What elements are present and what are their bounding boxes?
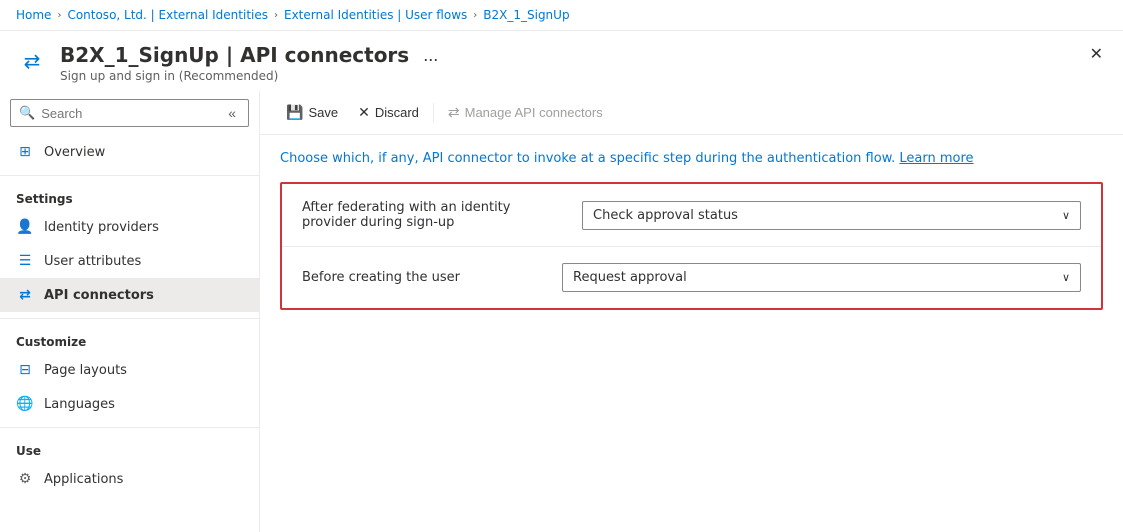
- search-input[interactable]: [41, 106, 218, 121]
- connector-select-1[interactable]: Check approval status ∨: [582, 201, 1081, 230]
- settings-section: Settings: [0, 182, 259, 210]
- languages-label: Languages: [44, 397, 115, 412]
- connector-select-2[interactable]: Request approval ∨: [562, 263, 1081, 292]
- user-attributes-label: User attributes: [44, 254, 141, 269]
- chevron-down-icon-1: ∨: [1062, 209, 1070, 222]
- breadcrumb-home[interactable]: Home: [16, 8, 51, 22]
- connector-label-1: After federating with an identity provid…: [302, 200, 562, 230]
- save-icon: 💾: [286, 104, 303, 121]
- page-layouts-icon: ⊟: [16, 361, 34, 379]
- toolbar: 💾 Save ✕ Discard ⇄ Manage API connectors: [260, 91, 1123, 135]
- sidebar-divider-3: [0, 427, 259, 428]
- languages-icon: 🌐: [16, 395, 34, 413]
- discard-icon: ✕: [358, 104, 370, 121]
- main-content: 💾 Save ✕ Discard ⇄ Manage API connectors…: [260, 91, 1123, 532]
- sidebar-item-identity-providers[interactable]: 👤 Identity providers: [0, 210, 259, 244]
- sidebar-item-page-layouts[interactable]: ⊟ Page layouts: [0, 353, 259, 387]
- chevron-down-icon-2: ∨: [1062, 271, 1070, 284]
- layout: 🔍 « ⊞ Overview Settings 👤 Identity provi…: [0, 91, 1123, 532]
- connector-label-2: Before creating the user: [302, 270, 542, 285]
- api-connectors-icon: ⇄: [16, 286, 34, 304]
- sidebar: 🔍 « ⊞ Overview Settings 👤 Identity provi…: [0, 91, 260, 532]
- overview-label: Overview: [44, 145, 105, 160]
- api-connectors-label: API connectors: [44, 288, 154, 303]
- info-text: Choose which, if any, API connector to i…: [280, 151, 1103, 166]
- page-layouts-label: Page layouts: [44, 363, 127, 378]
- connector-box: After federating with an identity provid…: [280, 182, 1103, 310]
- applications-label: Applications: [44, 472, 123, 487]
- sidebar-item-api-connectors[interactable]: ⇄ API connectors: [0, 278, 259, 312]
- connector-select-1-value: Check approval status: [593, 208, 738, 223]
- close-button[interactable]: ✕: [1086, 43, 1107, 67]
- save-button[interactable]: 💾 Save: [276, 99, 348, 126]
- connector-row-2: Before creating the user Request approva…: [282, 247, 1101, 308]
- customize-section: Customize: [0, 325, 259, 353]
- breadcrumb-userflows[interactable]: External Identities | User flows: [284, 8, 467, 22]
- breadcrumb-b2x[interactable]: B2X_1_SignUp: [483, 8, 569, 22]
- breadcrumb: Home › Contoso, Ltd. | External Identiti…: [0, 0, 1123, 31]
- discard-label: Discard: [375, 105, 419, 120]
- toolbar-separator: [433, 103, 434, 123]
- overview-icon: ⊞: [16, 143, 34, 161]
- connector-select-2-value: Request approval: [573, 270, 687, 285]
- breadcrumb-sep-3: ›: [473, 10, 477, 21]
- learn-more-link[interactable]: Learn more: [899, 151, 973, 166]
- search-box[interactable]: 🔍 «: [10, 99, 249, 127]
- applications-icon: ⚙: [16, 470, 34, 488]
- more-button[interactable]: ...: [419, 46, 442, 64]
- search-icon: 🔍: [19, 106, 35, 121]
- collapse-button[interactable]: «: [224, 105, 240, 121]
- discard-button[interactable]: ✕ Discard: [348, 99, 429, 126]
- page-header: ⇄ B2X_1_SignUp | API connectors ... Sign…: [0, 31, 1123, 91]
- use-section: Use: [0, 434, 259, 462]
- identity-providers-label: Identity providers: [44, 220, 159, 235]
- sidebar-item-languages[interactable]: 🌐 Languages: [0, 387, 259, 421]
- connector-row-1: After federating with an identity provid…: [282, 184, 1101, 247]
- breadcrumb-sep-2: ›: [274, 10, 278, 21]
- sidebar-divider-2: [0, 318, 259, 319]
- page-subtitle: Sign up and sign in (Recommended): [60, 69, 442, 83]
- manage-api-connectors-button[interactable]: ⇄ Manage API connectors: [438, 99, 613, 126]
- sidebar-item-overview[interactable]: ⊞ Overview: [0, 135, 259, 169]
- identity-providers-icon: 👤: [16, 218, 34, 236]
- content-area: Choose which, if any, API connector to i…: [260, 135, 1123, 326]
- sidebar-item-user-attributes[interactable]: ☰ User attributes: [0, 244, 259, 278]
- save-label: Save: [308, 105, 338, 120]
- sidebar-item-applications[interactable]: ⚙ Applications: [0, 462, 259, 496]
- manage-icon: ⇄: [448, 104, 460, 121]
- page-icon: ⇄: [16, 45, 48, 77]
- page-title-text: B2X_1_SignUp | API connectors: [60, 43, 409, 67]
- sidebar-divider-1: [0, 175, 259, 176]
- breadcrumb-sep-1: ›: [57, 10, 61, 21]
- breadcrumb-contoso[interactable]: Contoso, Ltd. | External Identities: [67, 8, 268, 22]
- user-attributes-icon: ☰: [16, 252, 34, 270]
- manage-label: Manage API connectors: [465, 105, 603, 120]
